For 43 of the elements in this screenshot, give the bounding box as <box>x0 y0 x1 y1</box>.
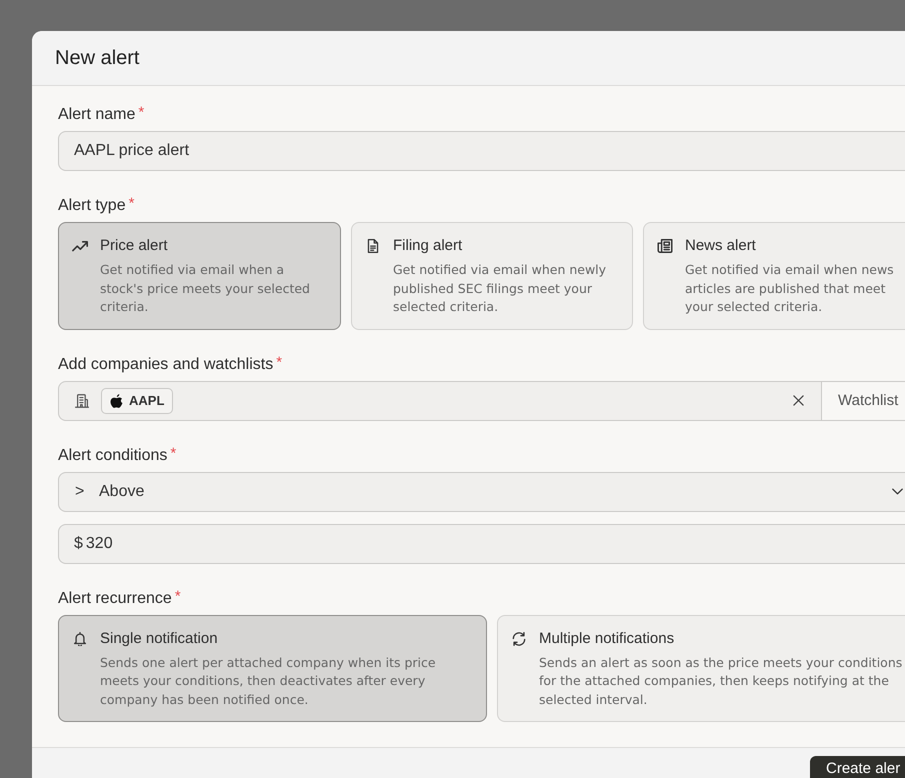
recurrence-option[interactable]: Single notification Sends one alert per attached company when its price meets your conditions, then deactivates after every company has been notified once. <box>58 614 487 722</box>
company-search-field[interactable]: AAPL Watchlist <box>58 380 905 420</box>
option-description: Sends one alert per attached company when its price meets your conditions, then deactivates after every company has been notified once. <box>100 654 437 709</box>
condition-select[interactable]: > Above <box>58 472 905 512</box>
field-label: Alert conditions <box>58 446 168 466</box>
recurrence-option[interactable]: Multiple notifications Sends an alert as soon as the price meets your conditions for the attached companies, then keeps notifying at the selected interval. <box>497 614 905 722</box>
refresh-icon <box>511 632 527 646</box>
apple-icon <box>110 394 123 408</box>
option-title: Filing alert <box>393 236 464 256</box>
required-mark: * <box>276 354 282 370</box>
company-chip[interactable]: AAPL <box>101 388 174 414</box>
watchlists-button[interactable]: Watchlist <box>821 382 905 420</box>
option-description: Get notified via email when newly published SEC filings meet your selected criteria. <box>393 261 608 316</box>
required-mark: * <box>170 446 176 462</box>
field-label: Alert recurrence <box>58 588 172 608</box>
chevron-down-icon <box>892 488 903 495</box>
trending-up-icon <box>72 239 88 253</box>
option-title: Price alert <box>100 236 169 256</box>
newspaper-icon <box>657 239 673 253</box>
alert-type-option[interactable]: Price alert Get notified via email when a stock's price meets your selected criteria. <box>58 222 341 330</box>
dialog-title: New alert <box>55 46 140 70</box>
option-title: Multiple notifications <box>539 628 676 648</box>
alert-name-input[interactable]: AAPL price alert <box>58 131 905 171</box>
field-label: Alert name <box>58 105 136 125</box>
field-label: Add companies and watchlists <box>58 354 274 374</box>
bell-icon <box>72 632 88 646</box>
price-input[interactable]: $ 320 <box>58 524 905 564</box>
alert-type-option[interactable]: News alert Get notified via email when news articles are published that meet your selected criteria. <box>643 222 905 330</box>
option-title: News alert <box>685 236 757 256</box>
option-description: Sends an alert as soon as the price meets your conditions for the attached companies, then keeps notifying at the selected interval. <box>539 654 904 708</box>
required-mark: * <box>128 196 134 212</box>
close-icon[interactable] <box>793 395 804 406</box>
chip-label: AAPL <box>129 393 164 408</box>
required-mark: * <box>138 105 144 121</box>
building-icon <box>75 394 89 408</box>
required-mark: * <box>174 588 181 604</box>
option-title: Single notification <box>100 628 219 648</box>
option-description: Get notified via email when news articles are published that meet your selected criteria. <box>685 261 895 316</box>
option-description: Get notified via email when a stock's price meets your selected criteria. <box>100 261 311 316</box>
alert-type-option[interactable]: Filing alert Get notified via email when newly published SEC filings meet your selected criteria. <box>351 222 633 330</box>
field-label: Alert type <box>58 196 126 216</box>
create-alert-button[interactable]: Create aler <box>810 756 905 778</box>
document-icon <box>365 239 381 253</box>
